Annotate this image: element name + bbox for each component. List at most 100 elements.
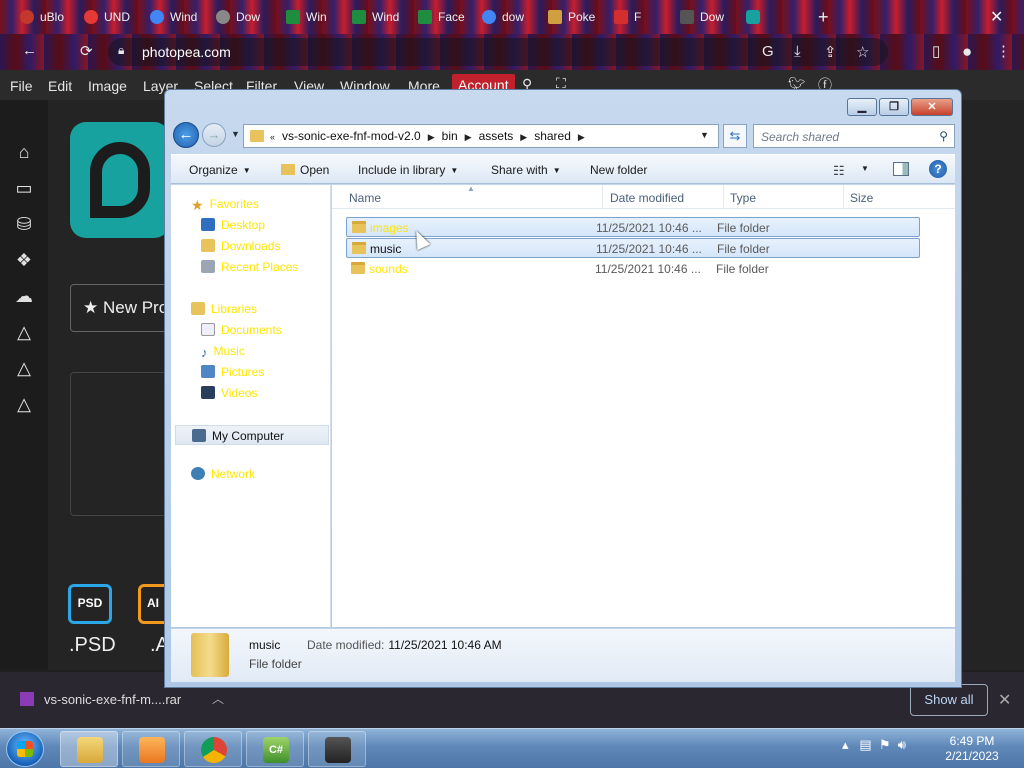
file-row[interactable]: images 11/25/2021 10:46 ... File folder	[346, 217, 920, 237]
browser-tab-active[interactable]	[746, 4, 776, 30]
search-input[interactable]: Search shared ⚲	[753, 124, 955, 148]
install-icon[interactable]: ⤓	[794, 43, 801, 60]
dropbox-icon[interactable]: ❖	[12, 250, 36, 274]
maximize-button[interactable]: ❐	[879, 98, 909, 116]
menu-edit[interactable]: Edit	[48, 78, 72, 94]
column-divider[interactable]	[843, 185, 844, 209]
new-tab-button[interactable]: +	[818, 4, 838, 30]
profile-avatar-icon[interactable]: ●	[962, 42, 972, 62]
taskbar-app[interactable]	[308, 731, 366, 767]
breadcrumb-item[interactable]: assets	[479, 129, 514, 143]
refresh-button[interactable]: ⇆	[723, 124, 747, 148]
window-close-icon[interactable]: ✕	[990, 4, 1014, 30]
show-all-button[interactable]: Show all	[910, 684, 988, 716]
menu-file[interactable]: File	[10, 78, 33, 94]
taskbar-explorer[interactable]	[60, 731, 118, 767]
chevron-down-icon[interactable]: ▼	[861, 164, 869, 173]
close-icon[interactable]: ✕	[998, 690, 1011, 710]
help-icon[interactable]: ?	[929, 160, 947, 178]
browser-tab[interactable]: Poke	[548, 4, 600, 30]
drive-icon[interactable]: ⛁	[12, 214, 36, 238]
bookmark-star-icon[interactable]: ☆	[856, 43, 869, 61]
menu-image[interactable]: Image	[88, 78, 127, 94]
side-panel-icon[interactable]: ▯	[932, 42, 940, 60]
search-icon[interactable]: ⚲	[939, 129, 948, 143]
browser-tab[interactable]: F	[614, 4, 666, 30]
chevron-right-icon[interactable]: ▶	[578, 132, 585, 142]
share-icon[interactable]: ⇪	[824, 43, 837, 61]
nav-desktop[interactable]: Desktop	[201, 218, 265, 232]
flag-icon[interactable]: ⚑	[879, 737, 891, 752]
column-size[interactable]: Size	[850, 191, 873, 205]
column-name[interactable]: Name	[349, 191, 381, 205]
new-folder-button[interactable]: New folder	[590, 163, 647, 177]
nav-music[interactable]: ♪ Music	[201, 344, 245, 360]
preview-pane-icon[interactable]	[893, 162, 909, 176]
browser-tab[interactable]: Wind	[352, 4, 402, 30]
nav-documents[interactable]: Documents	[201, 323, 282, 337]
chevron-right-icon[interactable]: ▶	[428, 132, 435, 142]
browser-tab[interactable]: Win	[286, 4, 336, 30]
nav-network[interactable]: Network	[191, 467, 255, 481]
nav-my-computer[interactable]: My Computer	[175, 425, 329, 445]
address-bar[interactable]: « vs-sonic-exe-fnf-mod-v2.0 ▶ bin ▶ assets ▶ sh…	[243, 124, 719, 148]
open-button[interactable]: Open	[281, 163, 329, 177]
views-icon[interactable]: ☷	[833, 163, 845, 179]
close-button[interactable]: ✕	[911, 98, 953, 116]
breadcrumb-item[interactable]: bin	[442, 129, 458, 143]
nav-downloads[interactable]: Downloads	[201, 239, 280, 253]
breadcrumb-item[interactable]: shared	[534, 129, 571, 143]
google-drive-icon[interactable]: △	[12, 322, 36, 346]
column-divider[interactable]	[723, 185, 724, 209]
browser-tab[interactable]: UND	[84, 4, 138, 30]
google-drive-icon[interactable]: △	[12, 394, 36, 418]
recent-pages-dropdown[interactable]: ▼	[231, 129, 240, 139]
taskbar-media-player[interactable]	[122, 731, 180, 767]
nav-pictures[interactable]: Pictures	[201, 365, 264, 379]
chevron-right-icon[interactable]: ▶	[520, 132, 527, 142]
browser-tab[interactable]: Face	[418, 4, 470, 30]
taskbar-chrome[interactable]	[184, 731, 242, 767]
clock[interactable]: 6:49 PM 2/21/2023	[930, 734, 1014, 764]
minimize-button[interactable]: ▁	[847, 98, 877, 116]
back-icon[interactable]: ←	[22, 42, 37, 59]
address-bar[interactable]: 🔒︎ photopea.com G ⤓ ⇪ ☆	[108, 38, 888, 66]
show-hidden-icons-icon[interactable]: ▴	[842, 737, 849, 752]
back-button[interactable]: ←	[173, 122, 199, 148]
cloud-icon[interactable]: ☁	[12, 286, 36, 310]
chevron-up-icon[interactable]: ︿	[212, 690, 224, 707]
breadcrumb-item[interactable]: vs-sonic-exe-fnf-mod-v2.0	[282, 129, 421, 143]
taskbar-csharp[interactable]: C#	[246, 731, 304, 767]
address-dropdown-icon[interactable]: ▼	[700, 130, 709, 140]
network-icon[interactable]: ▤	[859, 737, 871, 752]
lock-icon[interactable]: 🔒︎	[118, 43, 124, 58]
chrome-menu-icon[interactable]: ⋮	[996, 42, 1011, 60]
organize-button[interactable]: Organize ▼	[189, 163, 251, 177]
browser-tab[interactable]: dow	[482, 4, 534, 30]
column-type[interactable]: Type	[730, 191, 756, 205]
home-icon[interactable]: ⌂	[12, 142, 36, 166]
reload-icon[interactable]: ⟳	[80, 42, 93, 60]
browser-tab[interactable]: Wind	[150, 4, 202, 30]
column-date-modified[interactable]: Date modified	[610, 191, 684, 205]
share-with-button[interactable]: Share with ▼	[491, 163, 561, 177]
overflow-chevron-icon[interactable]: «	[270, 132, 275, 142]
volume-icon[interactable]: 🔊︎	[898, 737, 906, 752]
start-button[interactable]	[6, 731, 44, 767]
forward-button[interactable]: →	[202, 123, 226, 147]
nav-favorites[interactable]: ★ Favorites	[191, 197, 259, 213]
browser-tab[interactable]: uBlo	[20, 4, 74, 30]
nav-videos[interactable]: Videos	[201, 386, 257, 400]
browser-tab[interactable]: Dow	[216, 4, 270, 30]
include-in-library-button[interactable]: Include in library ▼	[358, 163, 458, 177]
file-row[interactable]: music 11/25/2021 10:46 ... File folder	[346, 238, 920, 258]
download-item[interactable]: vs-sonic-exe-fnf-m....rar	[20, 692, 181, 707]
nav-libraries[interactable]: Libraries	[191, 302, 257, 316]
chevron-right-icon[interactable]: ▶	[465, 132, 472, 142]
file-row[interactable]: sounds 11/25/2021 10:46 ... File folder	[346, 259, 920, 279]
column-divider[interactable]	[602, 185, 603, 209]
nav-recent-places[interactable]: Recent Places	[201, 260, 298, 274]
google-icon[interactable]: G	[762, 43, 774, 60]
browser-tab[interactable]: Dow	[680, 4, 732, 30]
google-drive-icon[interactable]: △	[12, 358, 36, 382]
